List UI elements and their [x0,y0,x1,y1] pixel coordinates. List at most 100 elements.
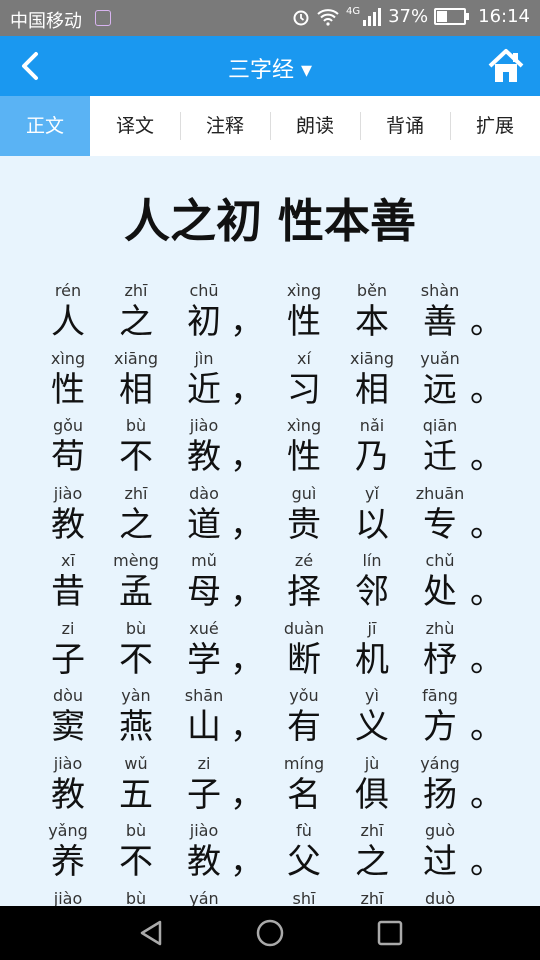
character-cell[interactable]: jiào 教 [34,753,102,815]
character-cell[interactable]: bù 不 [102,618,170,680]
character-cell[interactable]: gǒu 苟 [34,415,102,477]
comma: ， [230,572,264,612]
character-cell[interactable]: chū 初 [170,280,238,342]
character-cell[interactable]: yáng 扬 [406,753,474,815]
character-cell[interactable]: yàn 燕 [102,685,170,747]
hanzi: 相 [355,369,389,410]
character-cell[interactable]: jiào 教 [34,483,102,545]
nav-back-icon[interactable] [136,918,166,948]
character-cell[interactable]: yuǎn 远 [406,348,474,410]
character-cell[interactable]: chǔ 处 [406,550,474,612]
hanzi: 性 [287,437,321,477]
character-cell[interactable]: yì 义 [338,685,406,747]
hanzi: 不 [119,437,153,477]
nav-recents-icon[interactable] [375,918,405,948]
hanzi: 性 [51,369,85,410]
character-cell[interactable]: yǎng 养 [34,820,102,882]
character-cell[interactable]: lín 邻 [338,550,406,612]
tab-5[interactable]: 扩展 [450,96,540,156]
hanzi: 择 [287,572,321,612]
character-cell[interactable]: zhī 之 [102,483,170,545]
character-cell[interactable]: qiān 迁 [406,415,474,477]
hanzi: 扬 [423,774,457,815]
hanzi: 之 [119,504,153,545]
character-cell[interactable]: fù 父 [270,820,338,882]
tab-0[interactable]: 正文 [0,96,90,156]
pinyin: lín [362,551,382,570]
character-cell[interactable]: xī 昔 [34,550,102,612]
character-cell[interactable]: nǎi 乃 [338,415,406,477]
character-cell[interactable]: běn 本 [338,280,406,342]
nav-home-icon[interactable] [255,918,285,948]
pinyin: xiāng [349,348,394,368]
character-cell[interactable]: xìng 性 [34,348,102,410]
pinyin: zé [294,551,314,570]
character-cell[interactable]: guò 过 [406,820,474,882]
character-cell[interactable]: jù 俱 [338,753,406,815]
character-cell[interactable]: jiào 教 [170,820,238,882]
tab-label: 背诵 [385,115,424,137]
character-cell[interactable]: jiào 教 [170,415,238,477]
character-cell[interactable]: xìng 性 [270,415,338,477]
hanzi: 善 [423,302,457,342]
character-cell[interactable]: míng 名 [270,753,338,815]
character-cell[interactable]: shān 山 [170,685,238,747]
character-cell[interactable]: zhī 之 [102,280,170,342]
tab-1[interactable]: 译文 [90,96,180,156]
character-cell[interactable]: zi 子 [34,618,102,680]
character-cell[interactable]: zhuān 专 [406,483,474,545]
pinyin: gǒu [52,416,84,435]
character-cell[interactable]: duàn 断 [270,618,338,680]
character-cell[interactable]: xiāng 相 [338,348,406,410]
tab-label: 译文 [115,115,154,137]
character-cell[interactable]: bù 不 [102,820,170,882]
character-cell[interactable]: dào 道 [170,483,238,545]
hanzi: 远 [423,369,457,410]
character-cell[interactable]: zhù 杼 [406,618,474,680]
character-cell[interactable]: jìn 近 [170,348,238,410]
tab-3[interactable]: 朗读 [270,96,360,156]
pinyin: bù [125,821,147,840]
character-cell[interactable]: wǔ 五 [102,753,170,815]
hanzi: 子 [187,774,221,815]
tab-4[interactable]: 背诵 [360,96,450,156]
character-cell[interactable]: yǒu 有 [270,685,338,747]
tab-bar: 正文 译文 注释 朗读 背诵 扩展 [0,96,540,156]
character-cell[interactable]: zi 子 [170,753,238,815]
period: 。 [470,504,504,545]
hanzi: 道 [187,504,221,545]
hanzi: 教 [51,504,85,545]
tab-2[interactable]: 注释 [180,96,270,156]
tab-separator [180,112,181,140]
character-cell[interactable]: dòu 窦 [34,685,102,747]
pinyin: yǎng [48,821,88,840]
character-cell[interactable]: guì 贵 [270,483,338,545]
character-cell[interactable]: bù 不 [102,415,170,477]
character-cell[interactable]: xìng 性 [270,280,338,342]
tab-label: 扩展 [475,115,514,137]
character-cell[interactable]: zhī 之 [338,820,406,882]
hanzi: 专 [423,504,457,545]
character-cell[interactable]: mǔ 母 [170,550,238,612]
book-title-dropdown[interactable]: 三字经 ▾ [0,52,540,84]
character-cell[interactable]: jī 机 [338,618,406,680]
pinyin: zhuān [415,483,465,503]
hanzi: 杼 [423,639,457,680]
character-cell[interactable]: yǐ 以 [338,483,406,545]
character-cell[interactable]: xiāng 相 [102,348,170,410]
character-cell[interactable]: xué 学 [170,618,238,680]
hanzi: 机 [355,639,389,680]
character-cell[interactable]: shàn 善 [406,280,474,342]
character-cell[interactable]: rén 人 [34,280,102,342]
character-cell[interactable]: zé 择 [270,550,338,612]
hanzi: 五 [119,774,153,815]
character-cell[interactable]: mèng 孟 [102,550,170,612]
tab-label: 注释 [205,115,244,137]
home-icon[interactable] [486,46,526,86]
hanzi: 燕 [119,707,153,747]
hanzi: 本 [355,302,389,342]
character-cell[interactable]: xí 习 [270,348,338,410]
character-cell[interactable]: fāng 方 [406,685,474,747]
pinyin: jiào [53,483,83,503]
pinyin: bù [125,416,147,435]
